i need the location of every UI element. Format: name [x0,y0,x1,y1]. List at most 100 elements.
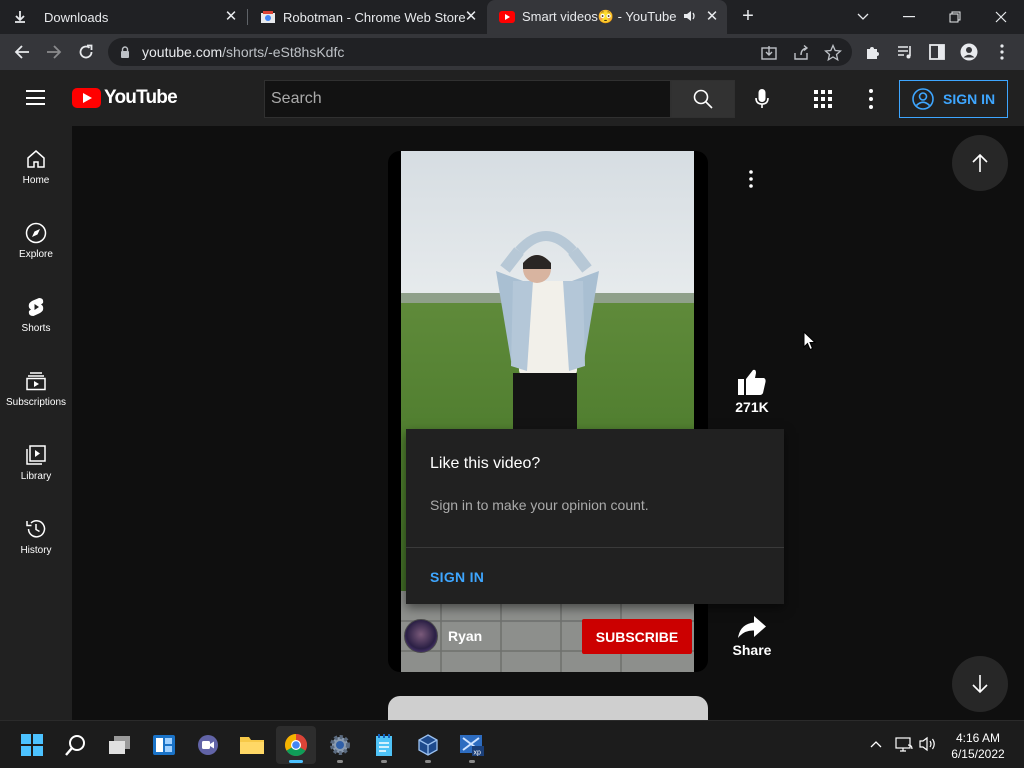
voice-search-button[interactable] [750,87,774,111]
teams-chat-button[interactable] [188,726,228,764]
restore-button[interactable] [932,0,978,34]
previous-short-button[interactable] [952,135,1008,191]
subscriptions-icon [26,372,46,391]
start-button[interactable] [12,726,52,764]
short-more-options-icon[interactable] [742,167,760,191]
channel-avatar[interactable] [404,619,438,653]
minimize-button[interactable] [886,0,932,34]
bookmark-star-icon[interactable] [824,44,842,62]
close-tab-icon[interactable]: ✕ [462,8,480,26]
chrome-icon [285,734,307,756]
tab-downloads[interactable]: Downloads ✕ [0,0,246,34]
side-panel-icon[interactable] [928,43,946,61]
close-tab-icon[interactable]: ✕ [222,8,240,26]
account-circle-icon [912,88,934,110]
sidebar-item-subscriptions[interactable]: Subscriptions [0,348,72,422]
like-signin-popup: Like this video? Sign in to make your op… [406,429,784,604]
sidebar-item-home[interactable]: Home [0,126,72,200]
volume-icon[interactable] [918,734,938,754]
sidebar-item-label: Shorts [21,323,51,334]
widgets-button[interactable] [144,726,184,764]
popup-sign-in-link[interactable]: SIGN IN [430,569,484,585]
reload-button[interactable] [74,40,98,64]
task-view-icon [109,736,130,754]
search-button[interactable] [671,80,735,118]
address-bar[interactable]: youtube.com/shorts/-eSt8hsKdfc [108,38,852,66]
clock-time: 4:16 AM [955,731,1001,745]
subscribe-button[interactable]: SUBSCRIBE [582,619,692,654]
sidebar-item-shorts[interactable]: Shorts [0,274,72,348]
sidebar-item-label: History [20,545,52,556]
new-tab-button[interactable]: + [738,6,758,28]
sidebar-item-explore[interactable]: Explore [0,200,72,274]
chat-video-icon [198,735,218,755]
forward-button[interactable] [42,40,66,64]
chrome-taskbar-button[interactable] [276,726,316,764]
tab-title: Downloads [44,9,109,25]
system-clock[interactable]: 4:16 AM 6/15/2022 [942,730,1014,762]
popup-divider [406,547,784,548]
taskbar-search-button[interactable] [56,726,96,764]
profile-icon[interactable] [960,43,978,61]
close-window-button[interactable] [978,0,1024,34]
virtualbox-cube-icon [418,734,438,756]
windows-taskbar: xp 4:16 AM 6/15/2022 [0,720,1024,768]
notepad-taskbar-button[interactable] [364,726,404,764]
menu-hamburger-icon[interactable] [26,90,45,105]
audio-playing-icon[interactable] [683,9,697,26]
home-icon [27,150,45,168]
url-host: youtube.com [142,44,223,60]
microphone-icon [755,89,769,108]
shorts-icon [28,298,44,316]
like-button[interactable]: 271K [728,368,776,424]
lock-icon[interactable] [120,46,130,58]
sidebar-item-library[interactable]: Library [0,422,72,496]
web-store-icon [261,11,275,23]
task-view-button[interactable] [100,726,140,764]
share-button[interactable]: Share [728,615,776,667]
sidebar-item-label: Subscriptions [5,397,67,408]
folder-icon [240,737,264,754]
sidebar-item-label: Library [20,471,52,482]
chrome-menu-icon[interactable] [993,43,1011,61]
sidebar-item-label: Home [22,175,50,186]
install-app-icon[interactable] [760,44,778,62]
guide-sidebar: Home Explore Shorts Subscriptions Librar… [0,126,72,720]
reload-icon [79,44,93,59]
search-input[interactable] [265,81,670,117]
next-short-button[interactable] [952,656,1008,712]
extensions-puzzle-icon[interactable] [864,43,882,61]
tab-search-icon[interactable] [840,0,886,34]
sidebar-item-history[interactable]: History [0,496,72,570]
file-explorer-button[interactable] [232,726,272,764]
tab-title: Smart videos😳 - YouTube [522,9,677,24]
close-tab-icon[interactable]: ✕ [703,8,721,26]
settings-taskbar-button[interactable] [320,726,360,764]
running-indicator [425,760,431,763]
tab-youtube[interactable]: Smart videos😳 - YouTube ✕ [487,0,727,34]
settings-more-icon[interactable] [862,88,880,110]
sign-in-button[interactable]: SIGN IN [899,80,1008,118]
windows-logo-icon [21,734,43,756]
channel-name[interactable]: Ryan [448,628,482,644]
svg-text:xp: xp [474,750,482,757]
back-button[interactable] [10,40,34,64]
search-icon [65,735,85,756]
show-hidden-icons-chevron-icon[interactable] [866,734,886,754]
network-icon[interactable] [894,734,914,754]
tab-chrome-web-store[interactable]: Robotman - Chrome Web Store ✕ [248,0,486,34]
like-count: 271K [735,399,769,415]
share-label: Share [732,642,772,658]
tab-title: Robotman - Chrome Web Store [283,9,466,25]
notepad-icon [376,734,392,756]
virtualbox-taskbar-button[interactable] [408,726,448,764]
youtube-logo[interactable]: YouTube [72,87,178,109]
media-controls-icon[interactable] [896,43,914,61]
channel-info[interactable]: Ryan [404,619,482,653]
share-page-icon[interactable] [792,44,810,62]
vm-xp-taskbar-button[interactable]: xp [452,726,492,764]
apps-grid-icon[interactable] [814,90,832,108]
compass-icon [25,222,47,244]
active-indicator [289,760,303,763]
library-icon [26,445,46,465]
